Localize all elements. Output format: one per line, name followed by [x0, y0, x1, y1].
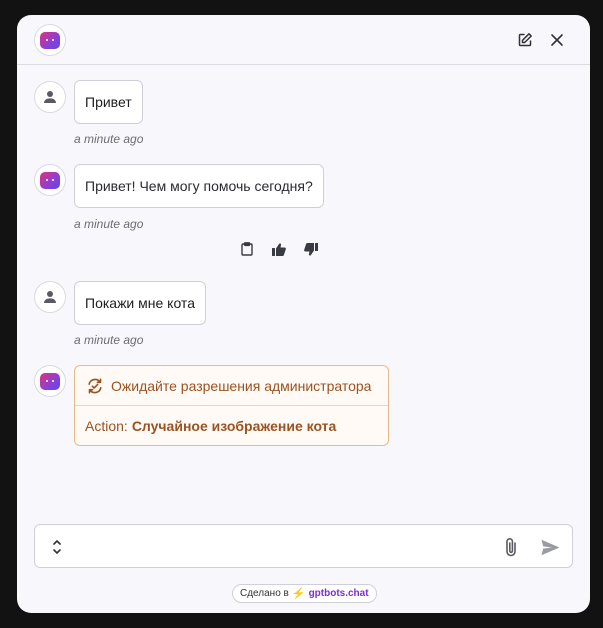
- expand-input-button[interactable]: [49, 538, 65, 556]
- chat-header: [17, 15, 590, 65]
- message-composer: [34, 524, 573, 568]
- close-button[interactable]: [547, 30, 567, 50]
- made-with-label: Сделано в: [240, 588, 289, 599]
- pending-sync-icon: [86, 377, 104, 395]
- close-icon: [551, 34, 563, 46]
- message-timestamp: a minute ago: [74, 333, 144, 347]
- message-timestamp: a minute ago: [74, 217, 144, 231]
- chat-bubble-icon: [40, 31, 60, 49]
- user-message-bubble: Покажи мне кота: [74, 281, 206, 325]
- user-icon: [44, 291, 56, 303]
- paperclip-icon: [506, 538, 516, 557]
- bot-avatar: [34, 164, 66, 196]
- clipboard-icon: [241, 242, 253, 256]
- copy-button[interactable]: [239, 241, 255, 257]
- approval-status-text: Ожидайте разрешения администратора: [111, 377, 372, 394]
- thumbs-down-button[interactable]: [303, 241, 319, 257]
- chat-bubble-icon: [40, 372, 60, 390]
- send-icon: [541, 539, 559, 555]
- lightning-icon: ⚡: [291, 588, 306, 600]
- attach-file-button[interactable]: [502, 536, 520, 558]
- bot-message-bubble: Привет! Чем могу помочь сегодня?: [74, 164, 324, 208]
- action-name: Случайное изображение кота: [131, 418, 337, 434]
- thumbs-up-button[interactable]: [271, 241, 287, 257]
- approval-status-row: Ожидайте разрешения администратора: [75, 366, 388, 406]
- thumbs-up-icon: [272, 242, 286, 256]
- user-avatar: [34, 81, 66, 113]
- bot-logo: [34, 24, 66, 56]
- message-input[interactable]: [79, 535, 489, 559]
- user-avatar: [34, 281, 66, 313]
- powered-by-badge[interactable]: Сделано в ⚡ gptbots.chat: [232, 584, 377, 603]
- thumbs-down-icon: [304, 242, 318, 256]
- expand-vertical-icon: [53, 540, 61, 554]
- new-chat-button[interactable]: [515, 30, 535, 50]
- action-label: Action:: [85, 418, 128, 434]
- approval-request-card: Ожидайте разрешения администратора Actio…: [74, 365, 389, 446]
- approval-action-row: Action: Случайное изображение кота: [75, 406, 388, 446]
- bot-avatar: [34, 365, 66, 397]
- message-timestamp: a minute ago: [74, 132, 144, 146]
- user-icon: [44, 91, 56, 103]
- edit-icon: [518, 33, 532, 47]
- chat-widget: Привет a minute ago Привет! Чем могу пом…: [17, 15, 590, 613]
- brand-link[interactable]: gptbots.chat: [309, 588, 369, 599]
- chat-bubble-icon: [40, 171, 60, 189]
- user-message-bubble: Привет: [74, 80, 143, 124]
- send-button[interactable]: [540, 537, 560, 557]
